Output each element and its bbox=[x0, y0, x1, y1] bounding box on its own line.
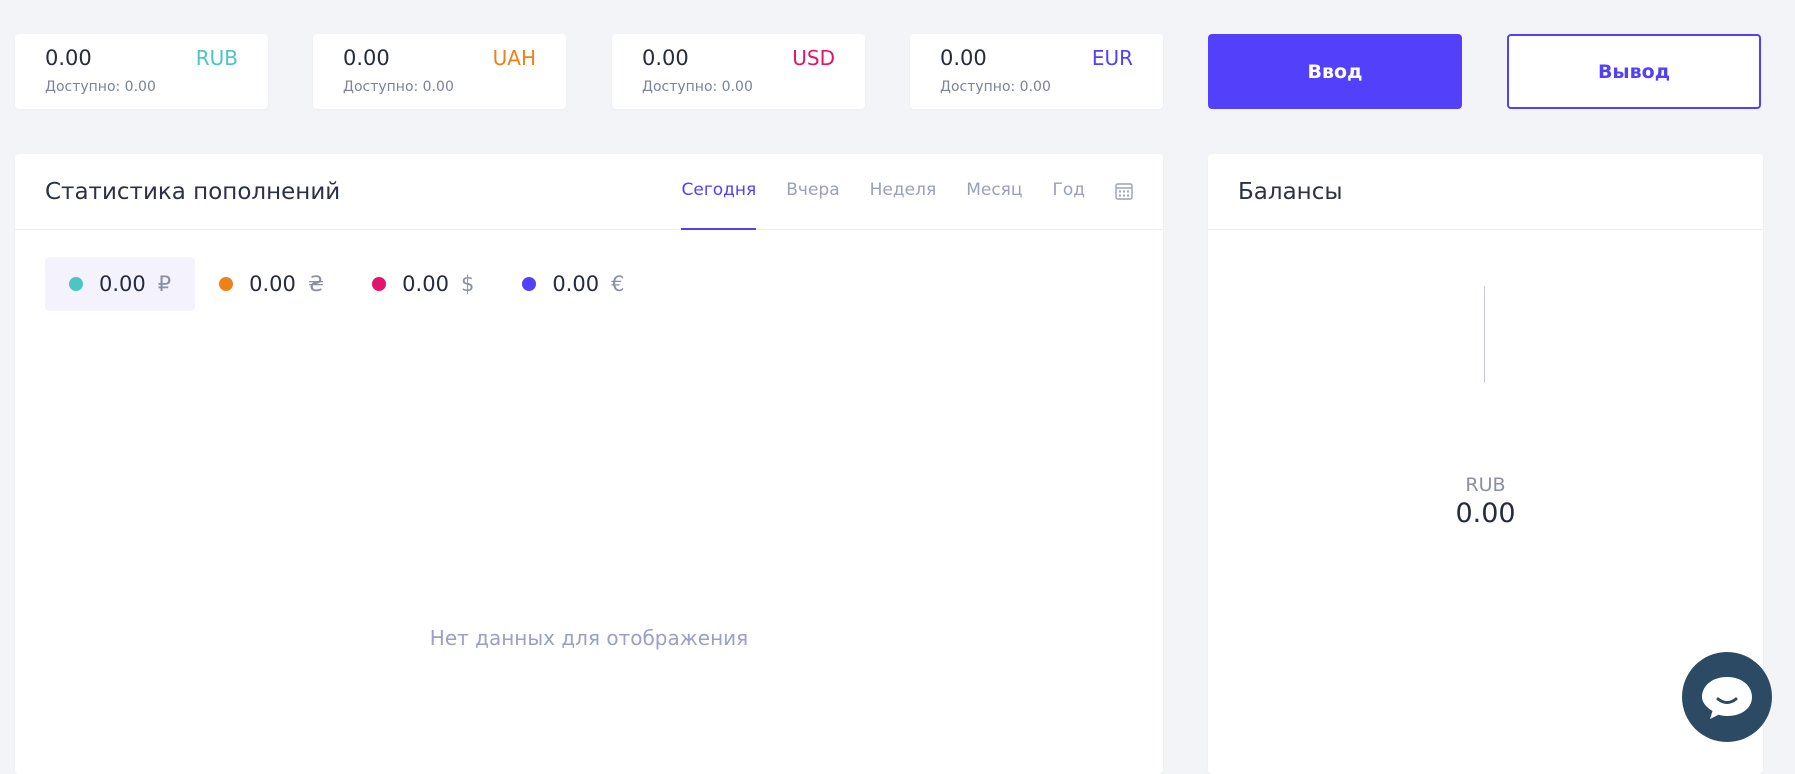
calendar-icon[interactable] bbox=[1115, 182, 1133, 200]
withdraw-button[interactable]: Вывод bbox=[1507, 34, 1761, 109]
available-balance: Доступно: 0.00 bbox=[343, 79, 454, 95]
available-balance: Доступно: 0.00 bbox=[940, 79, 1051, 95]
deposit-button[interactable]: Ввод bbox=[1208, 34, 1462, 109]
panel-title: Статистика пополнений bbox=[45, 179, 341, 205]
available-balance: Доступно: 0.00 bbox=[642, 79, 753, 95]
tab-year[interactable]: Год bbox=[1052, 154, 1085, 228]
period-tabs: Сегодня Вчера Неделя Месяц Год bbox=[651, 154, 1133, 230]
donut-currency-code: RUB bbox=[1465, 474, 1506, 496]
currency-legend: 0.00 ₽ 0.00 ₴ 0.00 $ 0.00 € bbox=[45, 257, 648, 311]
donut-chart-marker bbox=[1484, 286, 1485, 383]
legend-dot bbox=[69, 277, 83, 291]
legend-dot bbox=[219, 277, 234, 291]
legend-value: 0.00 bbox=[402, 272, 449, 296]
legend-dot bbox=[522, 277, 537, 291]
currency-code: USD bbox=[792, 46, 835, 70]
no-data-message: Нет данных для отображения bbox=[429, 626, 749, 650]
legend-value: 0.00 bbox=[552, 272, 600, 296]
tab-yesterday[interactable]: Вчера bbox=[786, 154, 839, 228]
currency-code: EUR bbox=[1091, 46, 1133, 70]
currency-symbol: ₴ bbox=[307, 272, 325, 296]
balance-amount: 0.00 bbox=[642, 46, 689, 70]
legend-dot bbox=[372, 277, 387, 291]
tab-month[interactable]: Месяц bbox=[966, 154, 1022, 228]
balance-card-rub: 0.00 RUB Доступно: 0.00 bbox=[15, 34, 268, 109]
panel-header: Статистика пополнений Сегодня Вчера Неде… bbox=[15, 154, 1163, 230]
legend-item-rub[interactable]: 0.00 ₽ bbox=[45, 257, 196, 311]
currency-symbol: ₽ bbox=[157, 272, 172, 296]
balance-amount: 0.00 bbox=[343, 46, 390, 70]
balance-card-uah: 0.00 UAH Доступно: 0.00 bbox=[313, 34, 566, 109]
available-balance: Доступно: 0.00 bbox=[45, 79, 156, 95]
balance-amount: 0.00 bbox=[45, 46, 92, 70]
legend-item-uah[interactable]: 0.00 ₴ bbox=[195, 257, 348, 311]
panel-title: Балансы bbox=[1238, 179, 1343, 205]
balance-amount: 0.00 bbox=[940, 46, 987, 70]
panel-header: Балансы bbox=[1208, 154, 1763, 230]
legend-value: 0.00 bbox=[99, 272, 146, 296]
legend-item-usd[interactable]: 0.00 $ bbox=[348, 257, 498, 311]
currency-code: UAH bbox=[492, 46, 536, 70]
tab-today[interactable]: Сегодня bbox=[681, 154, 757, 230]
tab-week[interactable]: Неделя bbox=[870, 154, 937, 228]
balance-card-usd: 0.00 USD Доступно: 0.00 bbox=[612, 34, 865, 109]
chat-widget-button[interactable] bbox=[1682, 652, 1772, 742]
donut-total-value: 0.00 bbox=[1455, 498, 1516, 529]
currency-symbol: € bbox=[611, 272, 625, 296]
balance-card-eur: 0.00 EUR Доступно: 0.00 bbox=[910, 34, 1163, 109]
currency-code: RUB bbox=[195, 46, 238, 70]
currency-symbol: $ bbox=[460, 272, 475, 296]
deposit-stats-panel: Статистика пополнений Сегодня Вчера Неде… bbox=[15, 154, 1163, 774]
balances-panel: Балансы RUB 0.00 bbox=[1208, 154, 1763, 774]
legend-value: 0.00 bbox=[249, 272, 296, 296]
chat-bubble-icon bbox=[1702, 677, 1752, 719]
legend-item-eur[interactable]: 0.00 € bbox=[498, 257, 648, 311]
